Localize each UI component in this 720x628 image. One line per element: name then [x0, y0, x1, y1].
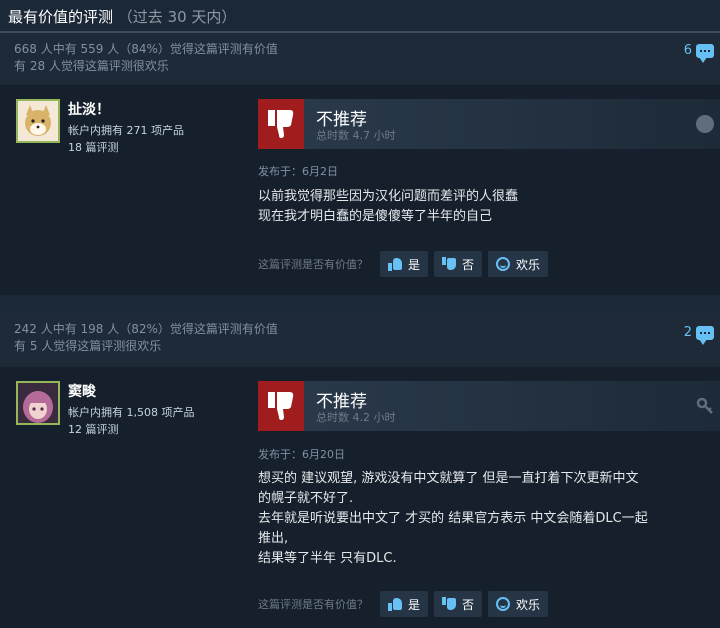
review-line: 想买的 建议观望, 游戏没有中文就算了 但是一直打着下次更新中文	[258, 471, 639, 486]
vote-funny-label: 欢乐	[516, 597, 541, 612]
thumbs-down-icon	[258, 381, 304, 431]
thumbs-down-small-icon	[442, 257, 457, 271]
comment-bubble-icon	[696, 325, 714, 345]
review-line: 结果等了半年 只有DLC.	[258, 551, 397, 566]
section-subtitle: （过去 30 天内）	[117, 8, 237, 26]
review-line: 现在我才明白蠢的是傻傻等了半年的自己	[258, 209, 493, 224]
feedback-question: 这篇评测是否有价值？	[258, 258, 368, 271]
vote-yes-label: 是	[408, 257, 421, 272]
review-card: 668 人中有 559 人（84%）觉得这篇评测有价值 有 28 人觉得这篇评测…	[0, 33, 720, 295]
posted-date: 发布于：6月20日	[258, 448, 345, 461]
review-line: 的幌子就不好了.	[258, 491, 354, 506]
vote-yes-label: 是	[408, 597, 421, 612]
comment-count-button[interactable]: 6	[683, 43, 714, 63]
vote-no-label: 否	[462, 597, 475, 612]
playtime: 总时数 4.7 小时	[316, 129, 396, 142]
vote-funny-label: 欢乐	[516, 257, 541, 272]
section-title: 最有价值的评测	[8, 8, 114, 26]
avatar[interactable]	[16, 99, 60, 143]
vote-funny-button[interactable]: 欢乐	[488, 251, 549, 277]
smiley-icon	[496, 257, 511, 271]
funny-count: 有 28 人觉得这篇评测很欢乐	[14, 59, 169, 73]
review-line: 推出,	[258, 531, 289, 546]
review-body: 想买的 建议观望, 游戏没有中文就算了 但是一直打着下次更新中文 的幌子就不好了…	[258, 469, 720, 569]
thumbs-up-icon	[388, 257, 402, 271]
review-body: 以前我觉得那些因为汉化问题而差评的人很蠢 现在我才明白蠢的是傻傻等了半年的自己	[258, 187, 720, 227]
funny-count: 有 5 人觉得这篇评测很欢乐	[14, 339, 162, 353]
posted-date: 发布于：6月2日	[258, 165, 338, 178]
vote-yes-button[interactable]: 是	[380, 251, 429, 277]
vote-no-label: 否	[462, 257, 475, 272]
review-card: 242 人中有 198 人（82%）觉得这篇评测有价值 有 5 人觉得这篇评测很…	[0, 313, 720, 628]
thumbs-down-small-icon	[442, 597, 457, 611]
vote-no-button[interactable]: 否	[434, 591, 483, 617]
review-divider	[0, 295, 720, 313]
recommendation-box[interactable]: 不推荐 总时数 4.7 小时	[258, 99, 720, 149]
playtime: 总时数 4.2 小时	[316, 411, 396, 424]
thumbs-up-icon	[388, 597, 402, 611]
thumbs-down-icon	[258, 99, 304, 149]
helpful-count: 668 人中有 559 人（84%）觉得这篇评测有价值	[14, 42, 278, 56]
comment-count: 6	[683, 43, 692, 58]
vote-funny-button[interactable]: 欢乐	[488, 591, 549, 617]
comment-count-button[interactable]: 2	[683, 325, 714, 345]
author-review-count[interactable]: 12 篇评测	[68, 421, 248, 438]
vote-yes-button[interactable]: 是	[380, 591, 429, 617]
key-icon	[696, 397, 714, 415]
comment-bubble-icon	[696, 43, 714, 63]
vote-no-button[interactable]: 否	[434, 251, 483, 277]
avatar[interactable]	[16, 381, 60, 425]
helpful-count: 242 人中有 198 人（82%）觉得这篇评测有价值	[14, 322, 278, 336]
recommendation-box[interactable]: 不推荐 总时数 4.2 小时	[258, 381, 720, 431]
feedback-bar: 这篇评测是否有价值？ 是 否 欢乐	[258, 251, 549, 277]
feedback-bar: 这篇评测是否有价值？ 是 否 欢乐	[258, 591, 549, 617]
steam-icon	[696, 115, 714, 133]
author-name[interactable]: 窦畯	[68, 381, 248, 401]
comment-count: 2	[683, 325, 692, 340]
feedback-question: 这篇评测是否有价值？	[258, 598, 368, 611]
author-name[interactable]: 扯淡！	[68, 99, 248, 119]
smiley-icon	[496, 597, 511, 611]
author-review-count[interactable]: 18 篇评测	[68, 139, 248, 156]
author-products[interactable]: 帐户内拥有 1,508 项产品	[68, 404, 248, 421]
review-line: 以前我觉得那些因为汉化问题而差评的人很蠢	[258, 189, 519, 204]
section-header: 最有价值的评测 （过去 30 天内）	[8, 6, 236, 27]
review-line: 去年就是听说要出中文了 才买的 结果官方表示 中文会随着DLC一起	[258, 511, 648, 526]
author-products[interactable]: 帐户内拥有 271 项产品	[68, 122, 248, 139]
